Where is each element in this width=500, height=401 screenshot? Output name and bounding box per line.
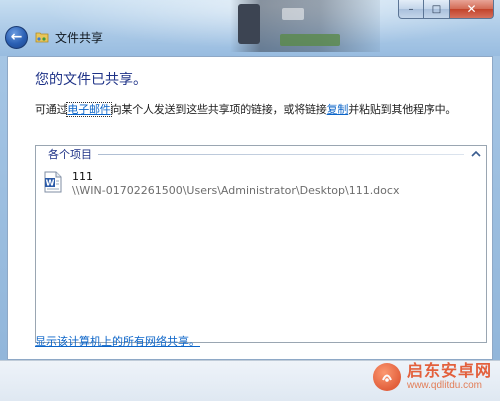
caption-buttons: – □ ✕ (398, 0, 494, 19)
file-text: 111 \\WIN-01702261500\Users\Administrato… (72, 170, 399, 198)
window-title: 文件共享 (55, 30, 104, 45)
desc-prefix: 可通过 (35, 103, 68, 116)
file-sharing-window: – □ ✕ ← 文件共享 您的文件已共享。 可通过电子邮件向某个人发送到这些共享… (0, 0, 500, 401)
folder-share-icon (35, 30, 49, 44)
decor-shape (280, 34, 340, 46)
maximize-button[interactable]: □ (424, 0, 450, 19)
share-description: 可通过电子邮件向某个人发送到这些共享项的链接，或将链接复制并粘贴到其他程序中。 (35, 101, 456, 117)
watermark-text: 启东安卓网 www.qdlitdu.com (407, 362, 492, 392)
navigation-row: ← 文件共享 (5, 24, 103, 50)
page-heading: 您的文件已共享。 (35, 72, 147, 88)
back-arrow-icon: ← (10, 29, 23, 45)
desc-middle: 向某个人发送到这些共享项的链接，或将链接 (110, 103, 327, 116)
watermark-url: www.qdlitdu.com (406, 380, 483, 391)
decor-shape (282, 8, 304, 20)
group-header[interactable]: 各个项目 (36, 146, 486, 162)
svg-text:W: W (46, 179, 55, 188)
group-divider (98, 153, 464, 155)
background-desktop-decor (230, 0, 380, 52)
watermark-logo-icon (372, 363, 401, 391)
group-label: 各个项目 (48, 148, 92, 161)
copy-link[interactable]: 复制 (327, 103, 349, 116)
desc-suffix: 并粘贴到其他程序中。 (348, 103, 457, 116)
file-name: 111 (72, 170, 93, 183)
decor-shape (238, 4, 260, 44)
show-network-shares-link[interactable]: 显示该计算机上的所有网络共享。 (35, 333, 200, 349)
file-path: \\WIN-01702261500\Users\Administrator\De… (72, 184, 400, 197)
watermark: 启东安卓网 www.qdlitdu.com (372, 362, 492, 392)
minimize-button[interactable]: – (398, 0, 424, 19)
collapse-chevron-up-icon[interactable] (470, 148, 482, 160)
content-panel: 您的文件已共享。 可通过电子邮件向某个人发送到这些共享项的链接，或将链接复制并粘… (7, 56, 493, 360)
email-link[interactable]: 电子邮件 (66, 102, 112, 117)
word-document-icon: W (44, 171, 62, 193)
watermark-title: 启东安卓网 (406, 361, 492, 380)
back-button[interactable]: ← (5, 25, 28, 49)
list-item[interactable]: W 111 \\WIN-01702261500\Users\Administra… (44, 170, 399, 198)
shared-items-list: 各个项目 W 111 \\WIN-01702261500\Users\Admin… (35, 145, 487, 343)
close-button[interactable]: ✕ (450, 0, 494, 19)
title-bar: – □ ✕ ← 文件共享 (0, 0, 500, 56)
